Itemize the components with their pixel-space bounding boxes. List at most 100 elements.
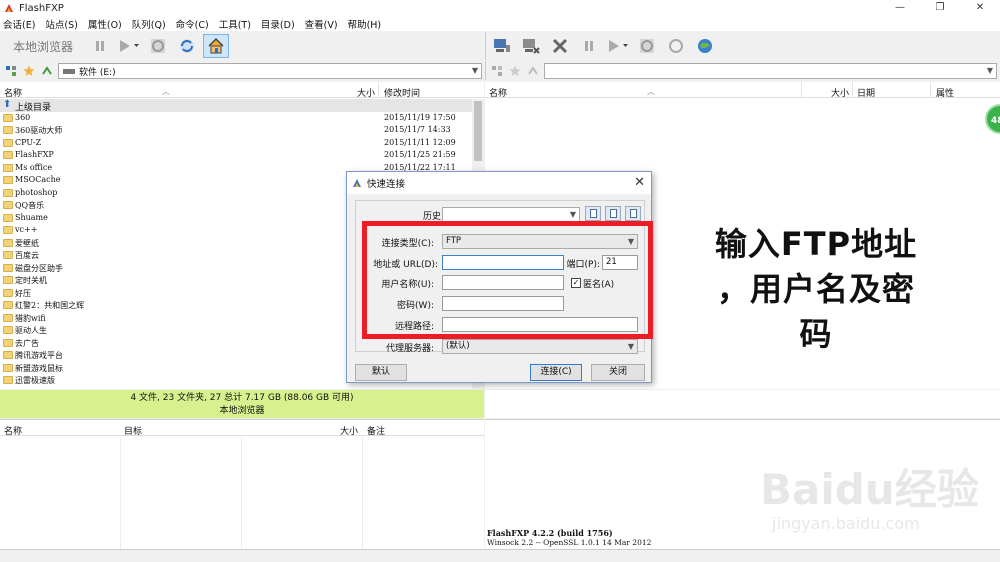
sites-icon[interactable] [4, 64, 18, 78]
folder-icon [3, 113, 13, 122]
chevron-down-icon[interactable]: ▼ [472, 66, 478, 75]
chevron-down-icon[interactable]: ▼ [987, 66, 993, 75]
close-window-button[interactable]: ✕ [960, 0, 1000, 16]
annotation-line-3: 码 [799, 315, 833, 353]
log-version: FlashFXP 4.2.2 (build 1756) [487, 528, 613, 538]
drive-icon [63, 69, 75, 74]
col-name[interactable]: 名称 [489, 86, 507, 99]
col-size[interactable]: 大小 [831, 86, 849, 99]
home-button[interactable] [203, 34, 230, 58]
col-size[interactable]: 大小 [357, 86, 375, 99]
refresh-icon [180, 39, 195, 53]
history-delete-button[interactable] [625, 206, 641, 221]
col-date[interactable]: 日期 [857, 86, 875, 99]
folder-icon [3, 338, 13, 347]
local-path-combo[interactable]: 软件 (E:) ▼ [58, 63, 482, 79]
queue-col-target[interactable]: 目标 [124, 424, 142, 437]
anonymous-checkbox[interactable]: ✓ [571, 278, 581, 288]
file-name: 去广告 [15, 338, 39, 348]
folder-icon [3, 376, 13, 384]
username-input[interactable] [442, 275, 564, 290]
menu-help[interactable]: 帮助(H) [348, 17, 382, 31]
menu-view[interactable]: 查看(V) [305, 17, 338, 31]
file-row[interactable]: FlashFXP 2015/11/25 21:59 [0, 149, 472, 162]
file-row[interactable]: 360驱动大师 2015/11/7 14:33 [0, 124, 472, 137]
proxy-value: (默认) [446, 341, 470, 351]
up-dir-icon[interactable] [526, 64, 540, 78]
minimize-button[interactable]: — [880, 0, 920, 16]
sites-icon[interactable] [490, 64, 504, 78]
pause-button[interactable] [87, 34, 113, 58]
chevron-down-icon: ▼ [627, 237, 634, 246]
folder-icon [3, 188, 13, 197]
star-icon[interactable] [508, 64, 522, 78]
star-icon[interactable] [22, 64, 36, 78]
annotation-line-2: ，用户名及密 [716, 270, 915, 308]
col-name[interactable]: 名称 [4, 86, 22, 99]
anonymous-label: 匿名(A) [583, 280, 615, 290]
remote-reload-button[interactable] [634, 34, 660, 58]
x-icon [552, 38, 568, 54]
conn-type-select[interactable]: FTP ▼ [442, 234, 638, 249]
menu-directory[interactable]: 目录(D) [261, 17, 295, 31]
flashfxp-logo-icon [353, 179, 361, 187]
queue-col-size[interactable]: 大小 [340, 424, 358, 437]
annotation-text: 输入FTP地址 ，用户名及密 码 [704, 222, 928, 357]
scroll-thumb[interactable] [474, 101, 482, 161]
connect-dialog-button[interactable]: 连接(C) [530, 364, 582, 381]
proxy-select[interactable]: (默认) ▼ [442, 339, 638, 354]
file-name: 好压 [15, 288, 31, 298]
maximize-button[interactable]: ❐ [920, 0, 960, 16]
queue-col-name[interactable]: 名称 [4, 424, 22, 437]
remote-transfer-button[interactable] [605, 34, 631, 58]
sync-button[interactable] [174, 34, 200, 58]
up-dir-icon[interactable] [40, 64, 54, 78]
abort-button[interactable] [547, 34, 573, 58]
transfer-button[interactable] [116, 34, 142, 58]
parent-dir-row[interactable]: ⬆ 上级目录 [0, 99, 472, 113]
menu-sites[interactable]: 站点(S) [45, 17, 77, 31]
menu-session[interactable]: 会话(E) [3, 17, 35, 31]
remote-refresh-button[interactable] [663, 34, 689, 58]
file-row[interactable]: CPU-Z 2015/11/11 12:09 [0, 137, 472, 150]
local-browser-label[interactable]: 本地浏览器 [13, 38, 73, 55]
dialog-close-icon[interactable]: ✕ [634, 175, 645, 190]
connect-button[interactable] [489, 34, 515, 58]
remote-pause-button[interactable] [576, 34, 602, 58]
history-combo[interactable]: ▼ [442, 207, 580, 222]
history-edit-button[interactable] [605, 206, 621, 221]
col-modified[interactable]: 修改时间 [384, 86, 420, 99]
conn-type-value: FTP [446, 236, 462, 246]
menu-commands[interactable]: 命令(C) [176, 17, 209, 31]
port-label: 端口(P): [566, 260, 600, 270]
default-button[interactable]: 默认 [355, 364, 407, 381]
file-name: MSOCache [15, 175, 61, 184]
disconnect-button[interactable] [518, 34, 544, 58]
pause-icon [96, 41, 105, 51]
computer-disconnect-icon [523, 39, 540, 54]
bottom-scroll-strip [0, 549, 1000, 562]
history-add-button[interactable] [585, 206, 601, 221]
password-input[interactable] [442, 296, 564, 311]
remote-address-bar: ▼ [485, 61, 1000, 80]
folder-icon [3, 263, 13, 272]
file-name: 爱壁纸 [15, 238, 39, 248]
remote-path-combo[interactable]: ▼ [544, 63, 997, 79]
refresh-local-button[interactable] [145, 34, 171, 58]
file-modified: 2015/11/19 17:50 [384, 112, 456, 122]
queue-col-note[interactable]: 备注 [367, 424, 385, 437]
menu-options[interactable]: 属性(O) [88, 17, 122, 31]
file-row[interactable]: 360 2015/11/19 17:50 [0, 112, 472, 125]
remote-column-header: ︿ 名称 大小 日期 属性 [485, 82, 1000, 99]
col-attributes[interactable]: 属性 [936, 86, 954, 99]
address-input[interactable] [442, 255, 564, 270]
password-label: 密码(W): [397, 301, 434, 311]
remote-path-input[interactable] [442, 317, 638, 332]
globe-button[interactable] [692, 34, 718, 58]
close-dialog-button[interactable]: 关闭 [591, 364, 645, 381]
menu-queue[interactable]: 队列(Q) [132, 17, 166, 31]
menu-tools[interactable]: 工具(T) [219, 17, 251, 31]
history-label: 历史: [422, 212, 444, 222]
port-input[interactable]: 21 [602, 255, 638, 270]
sort-up-icon: ︿ [647, 87, 655, 96]
